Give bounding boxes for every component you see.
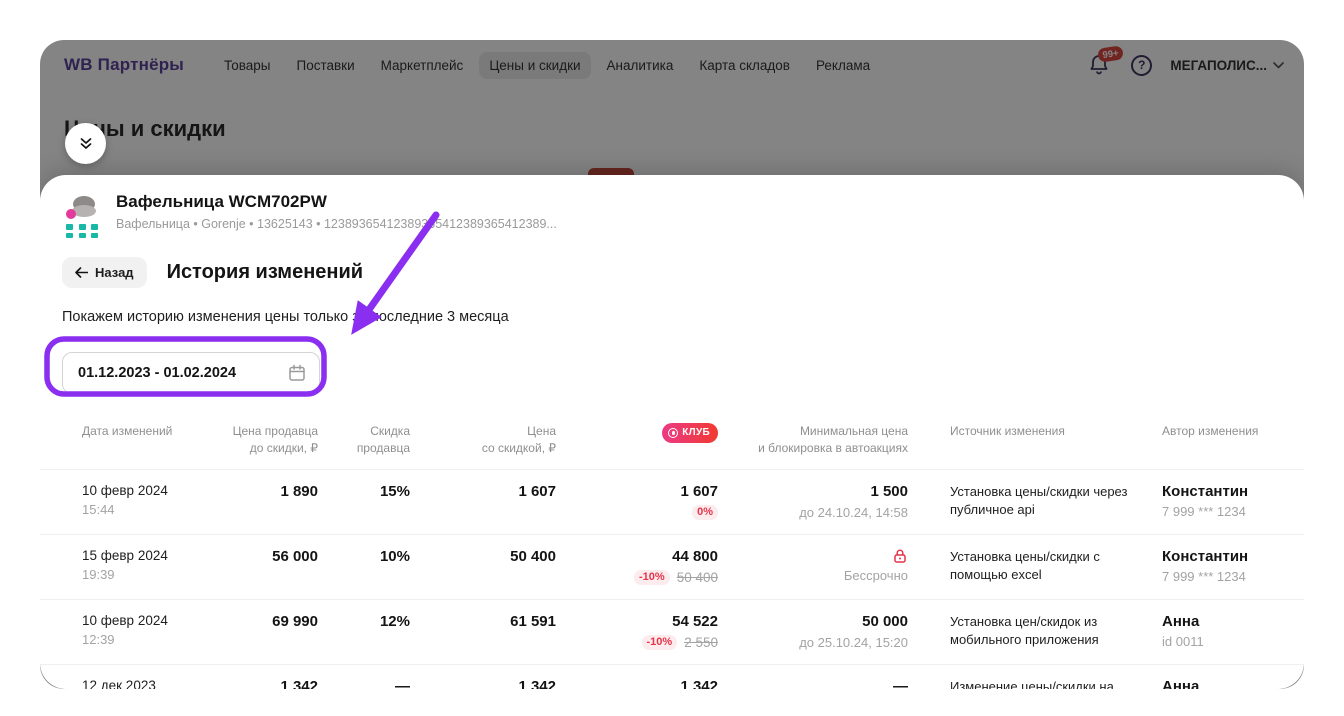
change-time: 19:39 bbox=[82, 567, 202, 582]
col-header-date: Дата изменений bbox=[40, 423, 202, 440]
author-name: Анна bbox=[1162, 678, 1304, 689]
discount-value: 10% bbox=[380, 548, 410, 565]
back-button[interactable]: Назад bbox=[62, 257, 147, 288]
table-header-row: Дата изменений Цена продавца до скидки, … bbox=[40, 423, 1304, 469]
change-time: 15:44 bbox=[82, 502, 202, 517]
date-range-input[interactable]: 01.12.2023 - 01.02.2024 bbox=[62, 352, 320, 394]
lock-icon bbox=[892, 548, 908, 564]
back-button-label: Назад bbox=[95, 265, 134, 280]
change-date: 10 февр 2024 bbox=[82, 613, 202, 628]
club-price-value: 1 342 bbox=[680, 678, 718, 689]
author-name: Константин bbox=[1162, 483, 1304, 500]
waffle-maker-thumbnail bbox=[62, 190, 102, 240]
change-date: 12 дек 2023 bbox=[82, 678, 202, 689]
change-source: Изменение цены/скидки на портале управле… bbox=[908, 678, 1162, 689]
author-contact: 7 999 *** 1234 bbox=[1162, 504, 1304, 519]
product-subtitle: Вафельница • Gorenje • 13625143 • 123893… bbox=[116, 217, 557, 231]
club-ring-icon bbox=[668, 428, 678, 438]
price-before-value: 69 990 bbox=[272, 613, 318, 630]
price-after-value: 1 607 bbox=[518, 483, 556, 500]
col-header-club: КЛУБ bbox=[556, 423, 718, 443]
min-price-value: 1 500 bbox=[870, 483, 908, 500]
table-row: 12 дек 2023 1 342 — 1 342 1 342 — Измене… bbox=[40, 664, 1304, 689]
history-description: Покажем историю изменения цены только за… bbox=[40, 309, 1304, 325]
min-price-deadline: до 24.10.24, 14:58 bbox=[718, 505, 908, 520]
product-title: Вафельница WCM702PW bbox=[116, 192, 557, 212]
calendar-icon bbox=[288, 364, 306, 382]
history-heading: История изменений bbox=[167, 261, 364, 284]
page-background: WB Партнёры Товары Поставки Маркетплейс … bbox=[0, 0, 1344, 716]
col-header-price-after: Цена со скидкой, ₽ bbox=[410, 423, 556, 457]
double-chevron-down-icon bbox=[78, 136, 94, 152]
club-discount-badge: -10% bbox=[642, 635, 678, 650]
table-row: 15 февр 2024 19:39 56 000 10% 50 400 44 … bbox=[40, 534, 1304, 599]
author-contact: 7 999 *** 1234 bbox=[1162, 569, 1304, 584]
col-header-min-price: Минимальная цена и блокировка в автоакци… bbox=[718, 423, 908, 457]
club-price-value: 44 800 bbox=[672, 548, 718, 565]
author-name: Константин bbox=[1162, 548, 1304, 565]
col-header-author: Автор изменения bbox=[1162, 423, 1304, 440]
product-header: Вафельница WCM702PW Вафельница • Gorenje… bbox=[40, 175, 1304, 240]
collapse-sheet-button[interactable] bbox=[65, 123, 106, 164]
date-range-value: 01.12.2023 - 01.02.2024 bbox=[78, 365, 236, 381]
autoaction-lock bbox=[718, 548, 908, 564]
min-price-value: 50 000 bbox=[862, 613, 908, 630]
arrow-left-icon bbox=[75, 267, 88, 278]
app-window: WB Партнёры Товары Поставки Маркетплейс … bbox=[40, 40, 1304, 689]
discount-value: — bbox=[395, 678, 410, 689]
price-history-sheet: Вафельница WCM702PW Вафельница • Gorenje… bbox=[40, 175, 1304, 689]
change-time: 12:39 bbox=[82, 632, 202, 647]
club-discount-badge: -10% bbox=[634, 570, 670, 585]
product-image bbox=[62, 190, 102, 240]
history-header-row: Назад История изменений bbox=[40, 257, 1304, 288]
price-history-table: Дата изменений Цена продавца до скидки, … bbox=[40, 423, 1304, 689]
min-price-deadline: до 25.10.24, 15:20 bbox=[718, 635, 908, 650]
price-after-value: 61 591 bbox=[510, 613, 556, 630]
min-price-deadline: Бессрочно bbox=[718, 568, 908, 583]
price-before-value: 1 890 bbox=[280, 483, 318, 500]
table-row: 10 февр 2024 15:44 1 890 15% 1 607 1 607… bbox=[40, 469, 1304, 534]
club-badge: КЛУБ bbox=[662, 423, 718, 443]
min-price-value: — bbox=[893, 678, 908, 689]
change-source: Установка цены/скидки через публичное ap… bbox=[908, 483, 1162, 519]
club-old-price: 2 550 bbox=[684, 635, 718, 650]
price-before-value: 1 342 bbox=[280, 678, 318, 689]
club-price-value: 1 607 bbox=[680, 483, 718, 500]
change-source: Установка цены/скидки с помощью excel bbox=[908, 548, 1162, 584]
product-info: Вафельница WCM702PW Вафельница • Gorenje… bbox=[116, 190, 557, 231]
author-name: Анна bbox=[1162, 613, 1304, 630]
author-contact: id 0011 bbox=[1162, 634, 1304, 649]
price-after-value: 50 400 bbox=[510, 548, 556, 565]
col-header-price-before: Цена продавца до скидки, ₽ bbox=[202, 423, 318, 457]
change-date: 15 февр 2024 bbox=[82, 548, 202, 563]
club-discount-badge: 0% bbox=[692, 505, 718, 520]
discount-value: 12% bbox=[380, 613, 410, 630]
price-before-value: 56 000 bbox=[272, 548, 318, 565]
change-date: 10 февр 2024 bbox=[82, 483, 202, 498]
club-price-value: 54 522 bbox=[672, 613, 718, 630]
change-source: Установка цен/скидок из мобильного прило… bbox=[908, 613, 1162, 649]
table-row: 10 февр 2024 12:39 69 990 12% 61 591 54 … bbox=[40, 599, 1304, 664]
col-header-source: Источник изменения bbox=[908, 423, 1162, 440]
price-after-value: 1 342 bbox=[518, 678, 556, 689]
col-header-discount: Скидка продавца bbox=[318, 423, 410, 457]
club-old-price: 50 400 bbox=[677, 570, 718, 585]
discount-value: 15% bbox=[380, 483, 410, 500]
